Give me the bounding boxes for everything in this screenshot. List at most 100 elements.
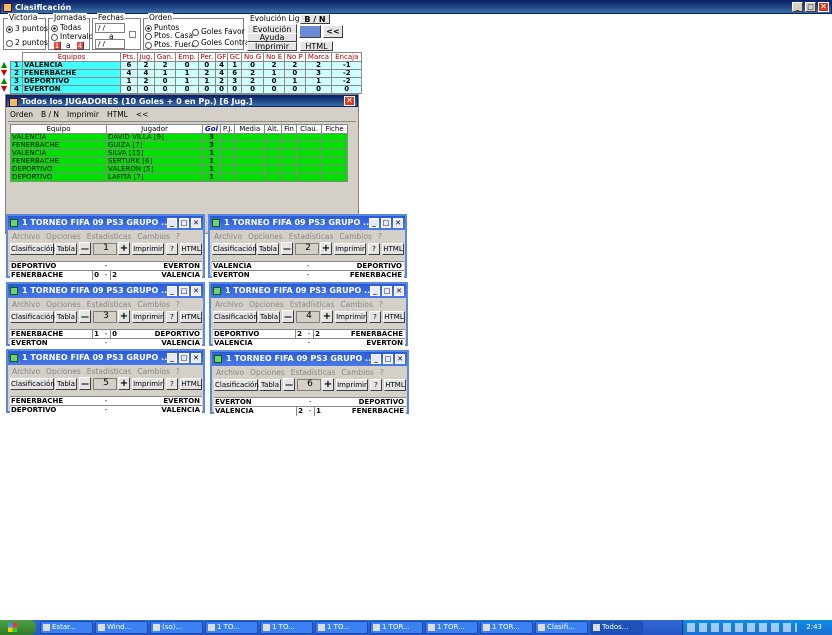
jornada-menu-item[interactable]: ? [379,300,383,309]
taskbar-item[interactable]: Clasifi... [535,621,588,634]
col-gol[interactable]: Gol [202,124,221,134]
jornada-menu-item[interactable]: Opciones [46,300,81,309]
next-jornada-button[interactable]: + [322,378,334,391]
fecha-check[interactable] [129,31,136,38]
jornada-titlebar[interactable]: 1 TORNEO FIFA 09 PS3 GRUPO ... _ □ ✕ [8,284,203,298]
jornada-titlebar[interactable]: 1 TORNEO FIFA 09 PS3 GRUPO ... _ □ ✕ [8,216,203,230]
clasificacion-button[interactable]: Clasificación [10,311,55,323]
jornadas-todas-radio[interactable]: Todas [51,23,81,32]
col-equipos[interactable]: Equipos [22,52,121,62]
taskbar-item[interactable]: 1 TO... [205,621,258,634]
help-button[interactable]: ? [369,311,381,323]
jornada-from[interactable]: 1 [53,41,61,50]
close-button[interactable]: ✕ [393,218,403,228]
jornada-menu-item[interactable]: Cambios [137,232,169,241]
players-menu-item[interactable]: Imprimir [67,110,99,119]
main-titlebar[interactable]: Clasificación _ □ ✕ [0,0,832,14]
clasificacion-button[interactable]: Clasificación [10,378,55,390]
html-button[interactable]: HTML [180,378,202,390]
close-button[interactable]: ✕ [818,2,829,12]
imprimir-button[interactable]: Imprimir [132,378,164,390]
html-button[interactable]: HTML [382,243,404,255]
jornada-menu-item[interactable]: Opciones [250,368,285,377]
orden-goles-favor-radio[interactable]: Goles Favor [192,27,245,36]
maximize-button[interactable]: □ [381,218,391,228]
help-button[interactable]: ? [368,243,380,255]
col-gf[interactable]: GF [214,52,229,62]
player-row[interactable]: VALENCIA SILVA [15] 1 [10,149,348,158]
tabla-button[interactable]: Tabla [55,378,77,390]
jornada-menu-item[interactable]: Archivo [215,300,243,309]
html-button[interactable]: HTML [300,41,333,51]
maximize-button[interactable]: □ [179,353,189,363]
col-fin[interactable]: Fin [281,124,297,134]
player-row[interactable]: FENERBACHE GUIZA [7] 3 [10,141,348,150]
jornada-menu-item[interactable]: Archivo [12,232,40,241]
help-button[interactable]: ? [166,311,178,323]
next-jornada-button[interactable]: + [118,242,130,255]
col-fiche[interactable]: Fiche [321,124,348,134]
jornada-titlebar[interactable]: 1 TORNEO FIFA 09 PS3 GRUPO ... _ □ ✕ [8,351,203,365]
back-button[interactable]: << [323,25,343,38]
jornada-number[interactable]: 3 [93,311,117,323]
jornada-titlebar[interactable]: 1 TORNEO FIFA 09 PS3 GRUPO ... _ □ ✕ [212,352,407,366]
next-jornada-button[interactable]: + [118,377,130,390]
home-score[interactable]: 2 [296,407,304,416]
player-row[interactable]: DEPORTIVO VALERON [5] 1 [10,165,348,174]
maximize-button[interactable]: □ [805,2,816,12]
print-preview-icon[interactable] [299,25,321,38]
match-row[interactable]: VALENCIA 2 - 1 FENERBACHE [214,406,406,416]
html-button[interactable]: HTML [384,379,406,391]
tabla-button[interactable]: Tabla [55,243,77,255]
imprimir-button[interactable]: Imprimir [132,243,164,255]
html-button[interactable]: HTML [180,311,202,323]
jornada-menu-item[interactable]: Estadísticas [87,232,132,241]
maximize-button[interactable]: □ [179,286,189,296]
close-button[interactable]: ✕ [191,218,201,228]
jornada-number[interactable]: 6 [297,379,321,391]
jornada-menu-item[interactable]: ? [378,232,382,241]
close-button[interactable]: ✕ [395,354,405,364]
col-gc[interactable]: GC [227,52,243,62]
taskbar-item[interactable]: 1 TOR... [480,621,533,634]
match-row[interactable]: DEPORTIVO - VALENCIA [10,405,202,414]
col-jugador[interactable]: Jugador [106,124,203,134]
jornadas-intervalo-radio[interactable]: Intervalo [51,32,93,41]
player-row[interactable]: DEPORTIVO LAFITA [7] 1 [10,173,348,182]
minimize-button[interactable]: _ [167,353,177,363]
close-button[interactable]: ✕ [394,286,404,296]
jornada-number[interactable]: 2 [295,243,319,255]
jornada-menu-item[interactable]: Opciones [46,232,81,241]
previous-jornada-button[interactable]: — [283,378,295,391]
jornada-menu-item[interactable]: Estadísticas [87,367,132,376]
ayuda-button[interactable]: Ayuda [247,33,297,42]
away-score[interactable]: 1 [314,407,322,416]
col-encaja[interactable]: Encaja [331,52,362,62]
col-gan[interactable]: Gan. [153,52,177,62]
close-button[interactable]: ✕ [191,286,201,296]
players-titlebar[interactable]: Todos los JUGADORES (10 Goles + 0 en Pp.… [6,95,358,107]
help-button[interactable]: ? [166,243,178,255]
jornada-menu-item[interactable]: Opciones [249,300,284,309]
clasificacion-button[interactable]: Clasificación [10,243,55,255]
jornada-menu-item[interactable]: Archivo [214,232,242,241]
jornada-menu-item[interactable]: Estadísticas [87,300,132,309]
taskbar-item[interactable]: Estar... [40,621,93,634]
victoria-2-radio[interactable]: 2 puntos [6,38,48,47]
col-equipo[interactable]: Equipo [10,124,107,134]
html-button[interactable]: HTML [383,311,405,323]
jornada-menu-item[interactable]: Estadísticas [291,368,336,377]
tabla-button[interactable]: Tabla [55,311,77,323]
tabla-button[interactable]: Tabla [257,243,279,255]
jornada-number[interactable]: 5 [93,378,117,390]
bn-button[interactable]: B / N [300,14,330,24]
jornada-menu-item[interactable]: ? [176,367,180,376]
jornada-menu-item[interactable]: Opciones [46,367,81,376]
standings-row[interactable]: 4 EVERTON 0 0 0 0 0 0 0 0 0 0 0 0 [10,85,362,94]
jornada-menu-item[interactable]: Cambios [137,300,169,309]
jornada-menu-item[interactable]: Archivo [12,300,40,309]
minimize-button[interactable]: _ [792,2,803,12]
previous-jornada-button[interactable]: — [79,310,91,323]
clasificacion-button[interactable]: Clasificación [212,243,257,255]
clasificacion-button[interactable]: Clasificación [214,379,259,391]
